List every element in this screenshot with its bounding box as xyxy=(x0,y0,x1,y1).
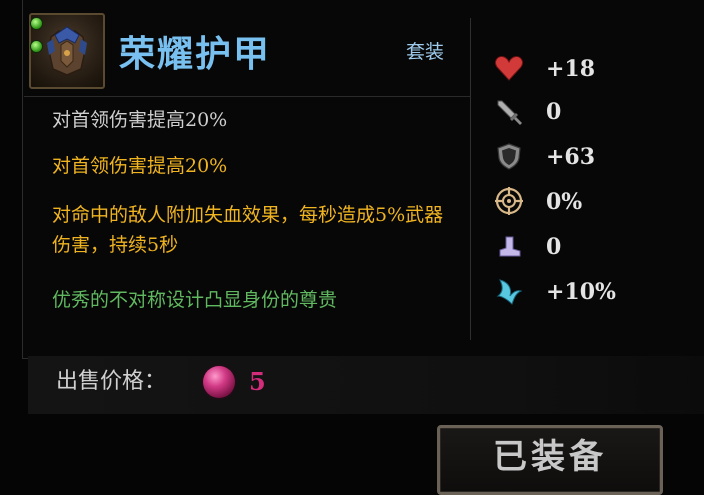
effect-text: 对首领伤害提高20% xyxy=(52,109,228,131)
flavor-text: 优秀的不对称设计凸显身份的尊贵 xyxy=(52,289,338,311)
price-value: 5 xyxy=(249,367,266,396)
pink-gem-icon xyxy=(203,366,235,398)
stats-divider xyxy=(470,18,471,340)
equipped-button-label: 已装备 xyxy=(493,437,607,477)
stat-value-attack: 0 xyxy=(546,99,562,125)
crit-target-icon xyxy=(494,186,524,216)
stat-value-crit: 0% xyxy=(546,189,583,215)
effect-text: 对首领伤害提高20% xyxy=(52,155,228,177)
set-tag: 套装 xyxy=(406,41,445,63)
item-name: 荣耀护甲 xyxy=(119,33,272,75)
heart-icon xyxy=(494,53,524,83)
equipped-button[interactable]: 已装备 xyxy=(437,425,663,495)
stat-value-crit-damage: +10% xyxy=(546,279,616,305)
price-label: 出售价格： xyxy=(56,369,167,394)
claw-icon xyxy=(494,276,524,306)
header-divider xyxy=(24,96,470,97)
gem-socket-icon xyxy=(30,17,43,30)
gem-socket-icon xyxy=(30,40,43,53)
shield-icon xyxy=(494,141,524,171)
stat-value-speed: 0 xyxy=(546,234,562,260)
sword-icon xyxy=(494,97,524,127)
stat-value-health: +18 xyxy=(546,56,596,82)
stat-value-defense: +63 xyxy=(546,144,596,170)
effect-text: 对命中的敌人附加失血效果，每秒造成5%武器伤害，持续5秒 xyxy=(52,204,444,256)
boot-icon xyxy=(494,231,524,261)
